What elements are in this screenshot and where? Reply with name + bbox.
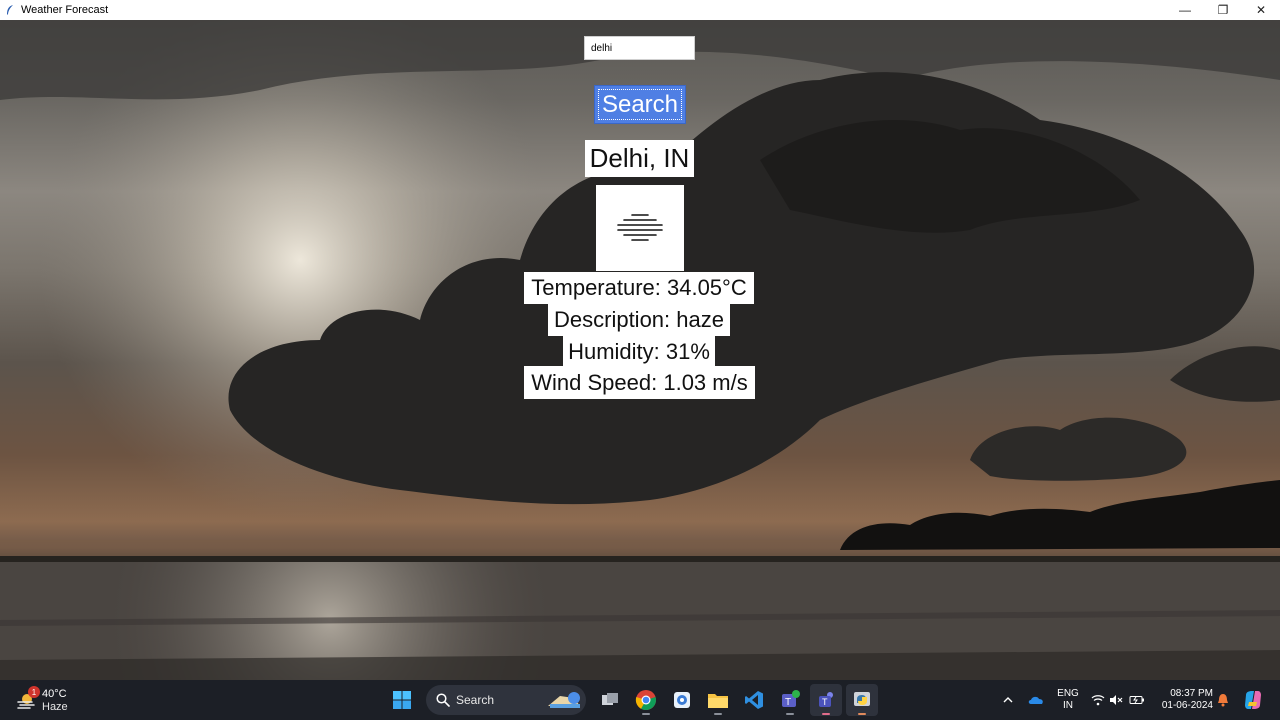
wind-speed-text: Wind Speed: 1.03 m/s	[524, 366, 755, 399]
photos-button[interactable]	[666, 684, 698, 716]
language-code: ENG	[1057, 688, 1079, 699]
window-title-bar: Weather Forecast — ❐ ✕	[0, 0, 1280, 20]
taskbar-condition: Haze	[42, 701, 68, 713]
volume-muted-icon	[1110, 695, 1123, 705]
language-indicator[interactable]: ENG IN	[1055, 688, 1081, 712]
file-explorer-icon	[708, 694, 728, 708]
copilot-icon	[548, 692, 580, 708]
maximize-icon: ❐	[1217, 3, 1229, 17]
weather-icon-panel	[596, 185, 684, 271]
haze-icon	[617, 214, 663, 241]
location-label: Delhi, IN	[585, 140, 694, 177]
temperature-text: Temperature: 34.05°C	[524, 272, 754, 304]
battery-charging-icon	[1129, 696, 1144, 704]
vscode-button[interactable]	[738, 684, 770, 716]
taskbar-weather-widget[interactable]: 1 40°C Haze	[14, 686, 84, 714]
battery-button[interactable]	[1128, 680, 1146, 720]
close-icon: ✕	[1255, 3, 1267, 17]
copilot-tray-icon	[1245, 691, 1261, 709]
running-indicator	[714, 713, 722, 715]
running-indicator	[822, 713, 830, 715]
photos-icon	[674, 692, 690, 708]
taskbar-search-label: Search	[456, 693, 495, 707]
maximize-button[interactable]: ❐	[1204, 0, 1242, 20]
focus-ring	[598, 89, 682, 120]
chrome-icon	[635, 690, 656, 711]
clock-date: 01-06-2024	[1161, 700, 1213, 711]
taskbar-apps: Search T T	[386, 684, 878, 716]
feather-icon	[7, 5, 13, 15]
running-indicator	[642, 713, 650, 715]
teams-icon: T	[782, 690, 800, 708]
chevron-up-icon	[1003, 697, 1013, 703]
start-button[interactable]	[386, 684, 418, 716]
city-search-input[interactable]	[584, 36, 695, 60]
python-icon	[854, 692, 870, 706]
windows-start-icon	[393, 691, 411, 709]
onedrive-button[interactable]	[1026, 680, 1046, 720]
taskbar: 1 40°C Haze Search T T ENG IN 08:37 PM 0…	[0, 680, 1280, 720]
running-indicator	[786, 713, 794, 715]
minimize-icon: —	[1179, 3, 1191, 17]
svg-text:T: T	[822, 697, 828, 707]
teams-work-button[interactable]: T	[810, 684, 842, 716]
bell-icon	[1218, 694, 1228, 707]
network-button[interactable]	[1090, 680, 1106, 720]
taskbar-search-box[interactable]: Search	[426, 685, 586, 715]
running-indicator	[858, 713, 866, 715]
notification-badge: 1	[28, 686, 40, 698]
wifi-icon	[1091, 695, 1105, 706]
description-text: Description: haze	[548, 304, 730, 336]
onedrive-icon	[1028, 696, 1043, 704]
minimize-button[interactable]: —	[1166, 0, 1204, 20]
python-app-button[interactable]	[846, 684, 878, 716]
window-title: Weather Forecast	[21, 4, 109, 16]
close-button[interactable]: ✕	[1242, 0, 1280, 20]
show-hidden-icons-button[interactable]	[1000, 680, 1016, 720]
copilot-tray-button[interactable]	[1240, 680, 1266, 720]
svg-text:T: T	[785, 697, 791, 708]
teams-work-icon: T	[819, 692, 833, 707]
taskbar-temperature: 40°C	[42, 688, 67, 700]
file-explorer-button[interactable]	[702, 684, 734, 716]
search-icon	[436, 693, 450, 707]
task-view-icon	[602, 693, 618, 705]
task-view-button[interactable]	[594, 684, 626, 716]
clock-time: 08:37 PM	[1170, 688, 1213, 699]
vscode-icon	[745, 691, 763, 709]
search-button[interactable]: Search	[594, 85, 686, 124]
clock[interactable]: 08:37 PM 01-06-2024	[1157, 688, 1213, 712]
teams-button[interactable]: T	[774, 684, 806, 716]
volume-button[interactable]	[1108, 680, 1124, 720]
notifications-button[interactable]	[1214, 680, 1232, 720]
chrome-button[interactable]	[630, 684, 662, 716]
humidity-text: Humidity: 31%	[563, 336, 715, 368]
region-code: IN	[1063, 700, 1073, 711]
